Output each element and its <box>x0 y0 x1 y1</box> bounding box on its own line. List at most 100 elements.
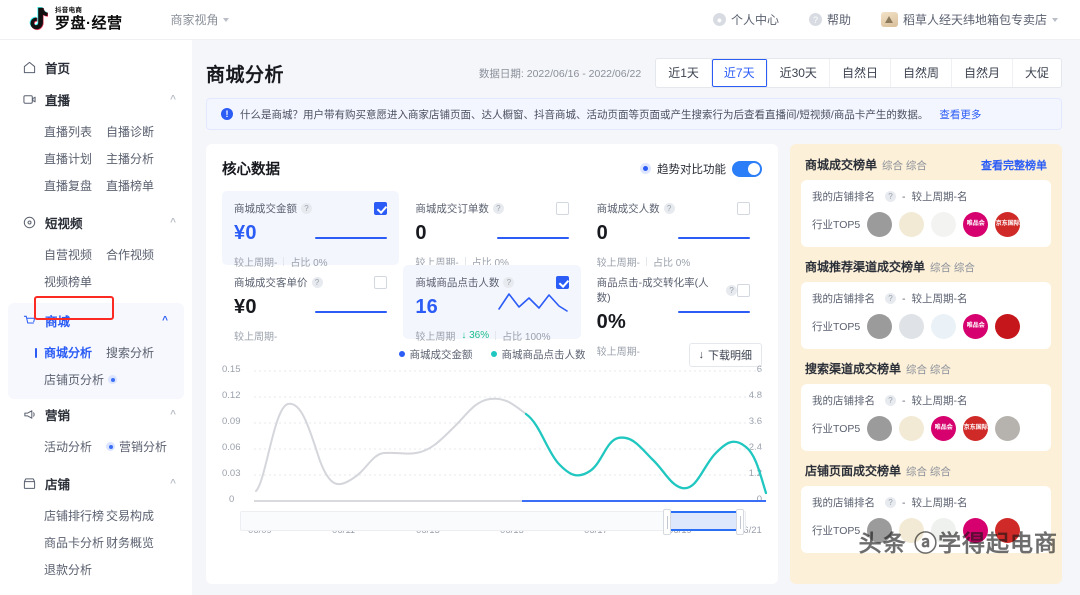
radio-on-icon <box>640 163 651 174</box>
sidebar-item-shop-ranking[interactable]: 店铺排行榜 <box>44 507 106 524</box>
question-icon[interactable]: ? <box>664 203 675 214</box>
gray-brand-avatar[interactable] <box>995 416 1020 441</box>
chevron-up-icon: ^ <box>170 478 176 489</box>
sidebar-item-marketing[interactable]: 营销 ^ <box>0 399 192 429</box>
sidebar-item-shop-page-analysis[interactable]: 店铺页分析 <box>44 371 117 388</box>
help-button[interactable]: ? 帮助 <box>809 11 851 28</box>
globe-brand-avatar[interactable] <box>899 212 924 237</box>
brand-logo[interactable]: 抖音电商 罗盘·经营 <box>26 7 123 33</box>
chart-range-handle-left[interactable] <box>663 509 671 535</box>
sidebar-item-self-live-diagnosis[interactable]: 自播诊断 <box>106 123 168 140</box>
vip-brand-avatar[interactable]: 唯品会 <box>931 416 956 441</box>
info-banner-link[interactable]: 查看更多 <box>939 107 981 122</box>
sidebar-item-mall-analysis[interactable]: 商城分析 <box>44 344 106 361</box>
sidebar-item-own-video[interactable]: 自营视频 <box>44 246 106 263</box>
chart-range-slider[interactable] <box>240 511 746 531</box>
green-brand-avatar[interactable] <box>931 212 956 237</box>
chart-range-selection[interactable] <box>667 511 737 531</box>
sidebar-item-refund-analysis[interactable]: 退款分析 <box>44 561 106 578</box>
question-icon[interactable]: ? <box>493 203 504 214</box>
globe-brand-avatar[interactable] <box>899 416 924 441</box>
sidebar-item-marketing-analysis[interactable]: 营销分析 <box>106 438 168 455</box>
vip-brand-avatar[interactable]: 唯品会 <box>963 314 988 339</box>
question-icon[interactable]: ? <box>301 203 312 214</box>
chevron-down-icon <box>223 18 229 22</box>
blue-brand-avatar[interactable] <box>931 314 956 339</box>
metric-card-product-clicks[interactable]: 商城商品点击人数 ? 16 较上周期 ↓ 36% 占比 100% <box>403 265 580 339</box>
vip-brand-avatar[interactable]: 唯品会 <box>963 212 988 237</box>
question-icon[interactable]: ? <box>726 285 737 296</box>
question-icon[interactable]: ? <box>312 277 323 288</box>
sidebar-item-video-ranking[interactable]: 视频榜单 <box>44 273 106 290</box>
personal-center-button[interactable]: ● 个人中心 <box>713 11 779 28</box>
red-brand-avatar[interactable] <box>995 314 1020 339</box>
sidebar-item-search-analysis[interactable]: 搜索分析 <box>106 344 168 361</box>
jd-brand-avatar[interactable]: 京东国际 <box>995 212 1020 237</box>
trend-compare-switch[interactable] <box>732 161 762 177</box>
question-icon[interactable]: ? <box>885 191 896 202</box>
legend-item-gmv[interactable]: 商城成交金额 <box>399 347 473 362</box>
sidebar-item-anchor-analysis[interactable]: 主播分析 <box>106 150 168 167</box>
view-full-ranking-link[interactable]: 查看完整榜单 <box>981 157 1047 173</box>
question-icon[interactable]: ? <box>885 497 896 508</box>
tab-promotion[interactable]: 大促 <box>1013 59 1061 87</box>
sidebar-item-activity-analysis[interactable]: 活动分析 <box>44 438 106 455</box>
metric-checkbox[interactable] <box>556 276 569 289</box>
metric-checkbox[interactable] <box>737 284 750 297</box>
metric-card-click-conversion-rate[interactable]: 商品点击-成交转化率(人数) ? 0% 较上周期- <box>585 265 762 339</box>
sidebar-item-transaction-composition[interactable]: 交易构成 <box>106 507 168 524</box>
sidebar-item-finance-overview[interactable]: 财务概览 <box>106 534 168 551</box>
metric-checkbox[interactable] <box>374 276 387 289</box>
sidebar-item-mall[interactable]: 商城 ^ <box>8 305 184 335</box>
tab-last-1-day[interactable]: 近1天 <box>656 59 712 87</box>
sidebar-item-live-plan[interactable]: 直播计划 <box>44 150 106 167</box>
popcorn-brand-avatar[interactable] <box>867 416 892 441</box>
sidebar-children-live: 直播列表 自播诊断 直播计划 主播分析 直播复盘 直播榜单 <box>0 114 192 205</box>
view-selector-label: 商家视角 <box>171 11 219 28</box>
legend-item-clicks[interactable]: 商城商品点击人数 <box>491 347 586 362</box>
sidebar-item-talent[interactable]: 达人 ^ <box>0 591 192 595</box>
ranking-tags: 综合 综合 <box>906 362 951 377</box>
metric-card-mall-gmv[interactable]: 商城成交金额 ? ¥0 较上周期- 占比 0% <box>222 191 399 265</box>
question-icon[interactable]: ? <box>885 395 896 406</box>
sidebar-item-shop[interactable]: 店铺 ^ <box>0 468 192 498</box>
sidebar-item-live[interactable]: 直播 ^ <box>0 84 192 114</box>
chevron-up-icon: ^ <box>170 217 176 228</box>
metric-card-mall-orders[interactable]: 商城成交订单数 ? 0 较上周期- 占比 0% <box>403 191 580 265</box>
tab-last-7-days[interactable]: 近7天 <box>712 59 768 87</box>
my-rank-label: 我的店铺排名 <box>812 189 875 204</box>
question-icon[interactable]: ? <box>885 293 896 304</box>
chevron-up-icon: ^ <box>170 409 176 420</box>
sidebar-item-live-review[interactable]: 直播复盘 <box>44 177 106 194</box>
tab-natural-day[interactable]: 自然日 <box>830 59 891 87</box>
sidebar-item-shortvideo[interactable]: 短视频 ^ <box>0 207 192 237</box>
download-detail-button[interactable]: ↓ 下载明细 <box>689 343 763 367</box>
metric-card-mall-aov[interactable]: 商城成交客单价 ? ¥0 较上周期- <box>222 265 399 339</box>
shop-account-menu[interactable]: 稻草人经天纬地箱包专卖店 <box>881 11 1058 28</box>
sidebar-item-product-card-analysis[interactable]: 商品卡分析 <box>44 534 106 551</box>
sidebar-item-live-ranking[interactable]: 直播榜单 <box>106 177 168 194</box>
tab-natural-week[interactable]: 自然周 <box>891 59 952 87</box>
sidebar-item-coop-video[interactable]: 合作视频 <box>106 246 168 263</box>
question-icon[interactable]: ? <box>503 277 514 288</box>
tab-natural-month[interactable]: 自然月 <box>952 59 1013 87</box>
metric-checkbox[interactable] <box>374 202 387 215</box>
popcorn-brand-avatar[interactable] <box>867 212 892 237</box>
metric-card-mall-buyers[interactable]: 商城成交人数 ? 0 较上周期- 占比 0% <box>585 191 762 265</box>
legend-color-swatch <box>399 351 405 357</box>
sidebar-item-label: 直播 <box>45 90 70 109</box>
my-rank-value: - <box>902 497 906 509</box>
chart-line-previous-period <box>256 399 526 491</box>
popcorn-brand-avatar[interactable] <box>867 314 892 339</box>
tab-last-30-days[interactable]: 近30天 <box>768 59 830 87</box>
jd-brand-avatar[interactable]: 京东国际 <box>963 416 988 441</box>
watermark-text: 头条 ⓐ学得起电商 <box>859 524 1058 558</box>
metric-checkbox[interactable] <box>556 202 569 215</box>
sidebar-item-live-list[interactable]: 直播列表 <box>44 123 106 140</box>
sidebar-item-home[interactable]: 首页 <box>0 52 192 82</box>
industry-top5-label: 行业TOP5 <box>812 421 860 436</box>
metric-checkbox[interactable] <box>737 202 750 215</box>
chart-range-handle-right[interactable] <box>736 509 744 535</box>
user-brand-avatar[interactable] <box>899 314 924 339</box>
view-selector[interactable]: 商家视角 <box>171 11 229 28</box>
